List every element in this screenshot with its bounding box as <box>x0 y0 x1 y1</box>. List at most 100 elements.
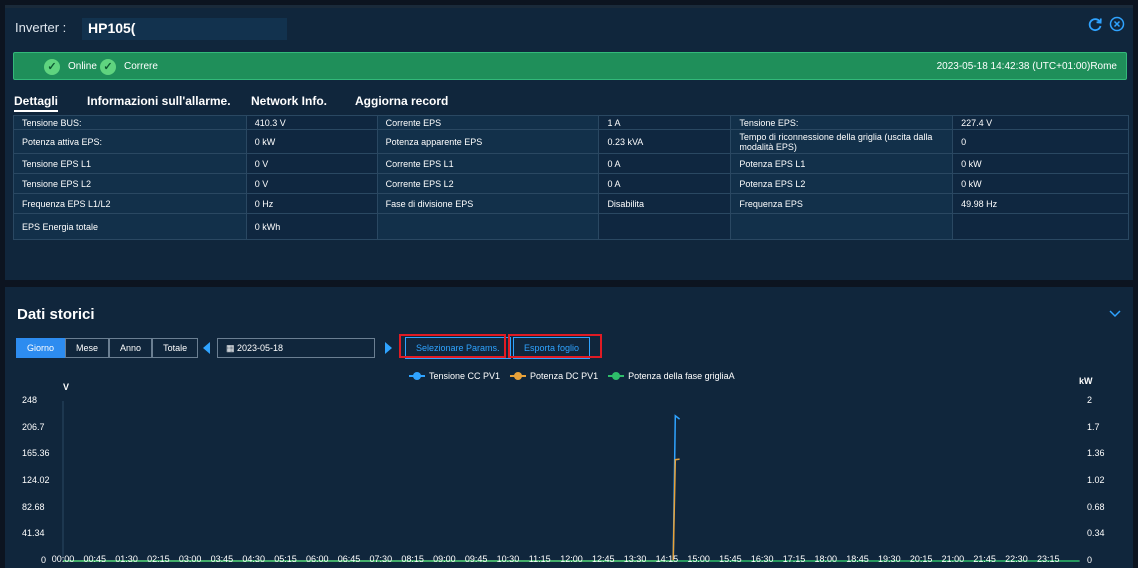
table-row: EPS Energia totale 0 kWh <box>13 213 1129 240</box>
x-tick: 01:30 <box>115 554 138 564</box>
field-label: Potenza apparente EPS <box>376 129 600 154</box>
field-value: 227.4 V <box>952 115 1129 130</box>
field-value: 0.23 kVA <box>598 129 732 154</box>
x-tick: 04:30 <box>242 554 265 564</box>
y-right-tick: 1.7 <box>1087 421 1100 432</box>
field-label: Fase di divisione EPS <box>376 193 600 214</box>
field-value: 49.98 Hz <box>952 193 1129 214</box>
field-label: Corrente EPS <box>376 115 600 130</box>
field-label: Potenza EPS L1 <box>730 153 954 174</box>
inverter-detail-panel: Inverter : HP105( ✓ Online ✓ Correre 202… <box>5 5 1133 280</box>
x-tick: 06:00 <box>305 554 329 564</box>
field-label: Tensione EPS L1 <box>13 153 247 174</box>
status-running: Correre <box>124 61 158 72</box>
tab-dettagli[interactable]: Dettagli <box>14 94 59 112</box>
field-label: Tempo di riconnessione della griglia (us… <box>730 129 954 154</box>
x-tick: 21:00 <box>941 554 965 564</box>
x-tick: 00:45 <box>83 554 107 564</box>
field-value: Disabilita <box>598 193 732 214</box>
y-right-tick: 1.36 <box>1087 448 1105 459</box>
x-tick: 16:30 <box>750 554 774 564</box>
field-value <box>598 213 732 240</box>
x-tick: 12:45 <box>592 554 615 564</box>
field-value: 410.3 V <box>245 115 378 130</box>
x-tick: 17:15 <box>782 554 806 564</box>
field-value: 0 A <box>598 173 732 194</box>
close-circle-icon[interactable] <box>1109 16 1125 32</box>
field-value <box>952 213 1129 240</box>
y-right-tick: 1.02 <box>1087 475 1105 485</box>
y-left-tick: 82.68 <box>22 501 45 512</box>
series-line-0 <box>63 414 681 562</box>
field-label: Tensione EPS: <box>730 115 954 130</box>
status-bar: ✓ Online ✓ Correre 2023-05-18 14:42:38 (… <box>13 52 1127 80</box>
inverter-label: Inverter : <box>15 20 67 35</box>
x-tick: 05:15 <box>274 554 297 564</box>
field-label: Tensione BUS: <box>13 115 247 130</box>
field-value: 1 A <box>598 115 732 130</box>
table-row: Frequenza EPS L1/L2 0 Hz Fase di divisione… <box>13 193 1129 214</box>
field-label: EPS Energia totale <box>13 213 247 240</box>
field-value: 0 V <box>245 153 378 174</box>
field-value: 0 V <box>245 173 378 194</box>
status-timestamp: 2023-05-18 14:42:38 (UTC+01:00)Rome <box>936 61 1117 72</box>
status-online: Online <box>68 61 97 72</box>
x-tick: 18:45 <box>846 554 869 564</box>
table-row: Tensione BUS: 410.3 V Corrente EPS 1 A Tensi… <box>13 115 1129 130</box>
y-left-tick: 165.36 <box>22 448 50 459</box>
field-value: 0 kW <box>952 173 1129 194</box>
field-label: Potenza attiva EPS: <box>13 129 247 154</box>
y-left-tick: 0 <box>41 555 47 565</box>
field-label <box>376 213 600 240</box>
x-tick: 06:45 <box>337 554 361 564</box>
x-tick: 22:30 <box>1005 554 1028 564</box>
x-tick: 09:00 <box>433 554 456 564</box>
x-tick: 03:00 <box>178 554 202 564</box>
x-tick: 03:45 <box>210 554 234 564</box>
field-value: 0 <box>952 129 1129 154</box>
x-tick: 00:00 <box>51 554 75 564</box>
check-circle-icon: ✓ <box>44 59 60 75</box>
y-left-tick: 124.02 <box>22 475 50 485</box>
field-label: Frequenza EPS L1/L2 <box>13 193 247 214</box>
field-label: Potenza EPS L2 <box>730 173 954 194</box>
history-panel: Dati storici Giorno Mese Anno Totale ▦ 2… <box>5 287 1133 568</box>
field-value: 0 Hz <box>245 193 378 214</box>
tab-alarm-info[interactable]: Informazioni sull'allarme. <box>87 94 231 108</box>
x-tick: 20:15 <box>909 554 933 564</box>
field-label: Corrente EPS L2 <box>376 173 600 194</box>
x-tick: 13:30 <box>623 554 647 564</box>
x-tick: 21:45 <box>973 554 996 564</box>
series-line-1 <box>63 458 680 562</box>
x-tick: 09:45 <box>464 554 488 564</box>
y-right-tick: 0 <box>1087 555 1093 565</box>
field-value: 0 kWh <box>245 213 378 240</box>
field-value: 0 A <box>598 153 732 174</box>
y-left-tick: 248 <box>22 395 38 405</box>
y-left-tick: 206.7 <box>22 421 45 432</box>
x-tick: 12:00 <box>560 554 583 564</box>
check-circle-icon: ✓ <box>100 59 116 75</box>
field-label: Frequenza EPS <box>730 193 954 214</box>
y-right-tick: 2 <box>1087 395 1093 405</box>
tab-update-record[interactable]: Aggiorna record <box>355 94 448 108</box>
field-label <box>730 213 954 240</box>
x-tick: 11:15 <box>528 554 551 564</box>
inverter-id: HP105( <box>82 18 287 40</box>
eps-data-table: Tensione BUS: 410.3 V Corrente EPS 1 A Tensi… <box>13 115 1129 240</box>
tab-network-info[interactable]: Network Info. <box>251 94 327 108</box>
field-label: Corrente EPS L1 <box>376 153 600 174</box>
x-tick: 19:30 <box>878 554 901 564</box>
history-chart <box>62 401 1080 562</box>
y-left-tick: 41.34 <box>22 528 45 539</box>
inverter-header: Inverter : HP105( <box>5 8 1133 44</box>
table-row: Tensione EPS L2 0 V Corrente EPS L2 0 A Pote… <box>13 173 1129 194</box>
x-tick: 08:15 <box>401 554 424 564</box>
x-tick: 07:30 <box>369 554 393 564</box>
x-tick: 15:00 <box>687 554 710 564</box>
x-tick: 15:45 <box>719 554 742 564</box>
field-value: 0 kW <box>245 129 378 154</box>
refresh-icon[interactable] <box>1087 16 1103 32</box>
y-right-tick: 0.34 <box>1087 528 1105 539</box>
x-tick: 14:15 <box>655 554 679 564</box>
